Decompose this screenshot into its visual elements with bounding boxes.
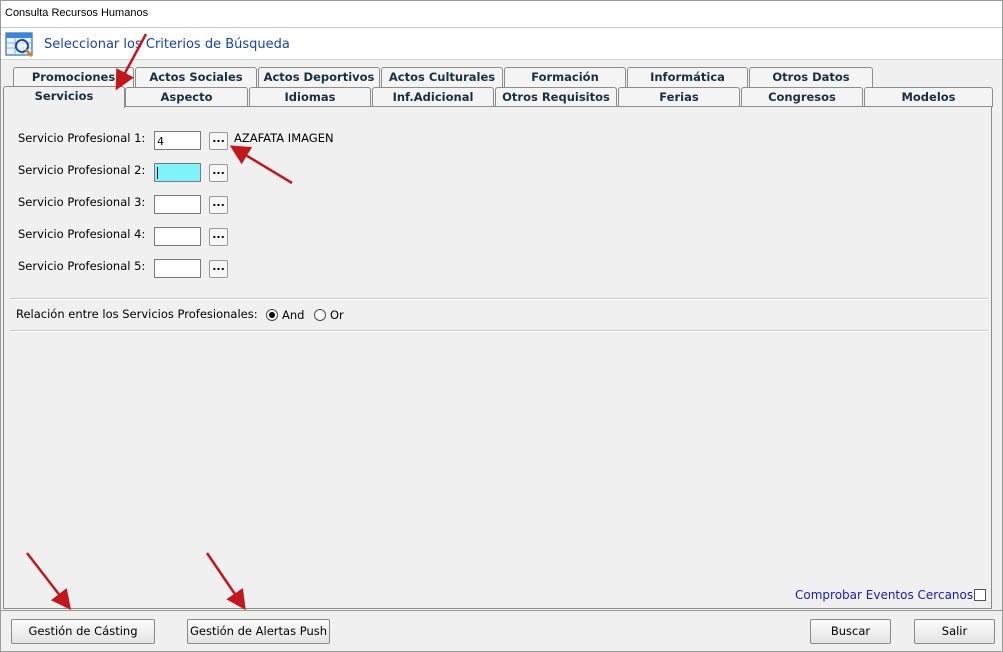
tab-congresos[interactable]: Congresos xyxy=(741,87,863,107)
tab-actos-sociales[interactable]: Actos Sociales xyxy=(135,67,257,87)
check-events-checkbox[interactable] xyxy=(974,589,986,601)
servicio-4-input[interactable] xyxy=(154,227,201,246)
tab-formacion[interactable]: Formación xyxy=(504,67,626,87)
servicio-4-label: Servicio Profesional 4: xyxy=(18,227,146,241)
tab-otros-requisitos[interactable]: Otros Requisitos xyxy=(495,87,617,107)
servicio-2-label: Servicio Profesional 2: xyxy=(18,163,146,177)
servicio-5-lookup-button[interactable]: ... xyxy=(209,260,228,278)
relation-and-label[interactable]: And xyxy=(282,308,304,322)
servicio-4-lookup-button[interactable]: ... xyxy=(209,228,228,246)
main-window: Consulta Recursos Humanos Seleccionar lo… xyxy=(0,0,1003,652)
tab-inf-adicional[interactable]: Inf.Adicional xyxy=(372,87,494,107)
relation-and-radio[interactable] xyxy=(266,309,278,321)
casting-button[interactable]: Gestión de Cásting xyxy=(11,619,155,644)
tab-modelos[interactable]: Modelos xyxy=(864,87,993,107)
servicio-3-label: Servicio Profesional 3: xyxy=(18,195,146,209)
check-events-label[interactable]: Comprobar Eventos Cercanos. xyxy=(795,588,977,602)
servicio-2-input[interactable] xyxy=(154,163,201,182)
criteria-header: Seleccionar los Criterios de Búsqueda xyxy=(1,28,1002,60)
servicio-5-input[interactable] xyxy=(154,259,201,278)
servicio-1-input[interactable]: 4 xyxy=(154,131,201,150)
criteria-title: Seleccionar los Criterios de Búsqueda xyxy=(44,37,290,52)
divider xyxy=(10,330,988,332)
servicio-2-lookup-button[interactable]: ... xyxy=(209,164,228,182)
divider xyxy=(10,298,988,300)
tab-servicios[interactable]: Servicios xyxy=(3,86,125,108)
relation-label: Relación entre los Servicios Profesional… xyxy=(16,307,258,321)
relation-or-radio[interactable] xyxy=(314,309,326,321)
title-bar: Consulta Recursos Humanos xyxy=(1,1,1002,28)
exit-button[interactable]: Salir xyxy=(914,619,995,644)
tab-actos-deportivos[interactable]: Actos Deportivos xyxy=(258,67,380,87)
text-cursor xyxy=(157,167,158,179)
servicio-3-input[interactable] xyxy=(154,195,201,214)
search-table-icon xyxy=(5,32,34,57)
search-button[interactable]: Buscar xyxy=(810,619,891,644)
push-alerts-button[interactable]: Gestión de Alertas Push xyxy=(187,619,330,644)
servicio-1-lookup-button[interactable]: ... xyxy=(209,132,228,150)
footer-divider xyxy=(1,610,1002,611)
tab-ferias[interactable]: Ferias xyxy=(618,87,740,107)
tab-idiomas[interactable]: Idiomas xyxy=(249,87,371,107)
window-title: Consulta Recursos Humanos xyxy=(5,7,149,19)
tab-otros-datos[interactable]: Otros Datos xyxy=(749,67,873,87)
tab-aspecto[interactable]: Aspecto xyxy=(125,87,248,107)
servicio-1-label: Servicio Profesional 1: xyxy=(18,131,146,145)
servicio-1-description: AZAFATA IMAGEN xyxy=(234,131,334,145)
servicio-3-lookup-button[interactable]: ... xyxy=(209,196,228,214)
tab-promociones[interactable]: Promociones xyxy=(13,67,134,87)
tab-actos-culturales[interactable]: Actos Culturales xyxy=(381,67,503,87)
tab-informatica[interactable]: Informática xyxy=(627,67,748,87)
servicios-panel: Servicio Profesional 1: 4 ... AZAFATA IM… xyxy=(3,106,992,609)
servicio-5-label: Servicio Profesional 5: xyxy=(18,259,146,273)
relation-or-label[interactable]: Or xyxy=(330,308,344,322)
